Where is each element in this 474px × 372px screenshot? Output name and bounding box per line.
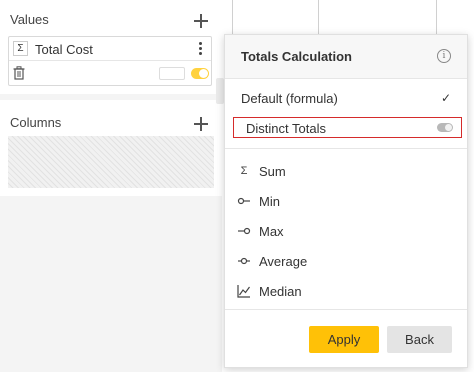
trash-icon[interactable] [13, 66, 25, 80]
function-max[interactable]: Max [237, 222, 457, 242]
distinct-totals-label: Distinct Totals [246, 121, 326, 136]
format-input[interactable] [159, 67, 185, 80]
function-median[interactable]: Median [237, 282, 457, 302]
function-label: Average [259, 254, 308, 269]
function-sum[interactable]: Σ Sum [237, 162, 457, 182]
option-default-formula[interactable]: Default (formula) [241, 91, 338, 106]
add-value-icon[interactable] [194, 14, 208, 28]
app-root: Values Σ Total Cost Columns Totals Calcu… [0, 0, 474, 372]
values-section: Values Σ Total Cost [0, 0, 222, 94]
panel-collapse-handle[interactable] [216, 78, 224, 104]
check-icon: ✓ [440, 91, 451, 105]
fields-panel: Values Σ Total Cost Columns [0, 0, 222, 372]
function-label: Min [259, 194, 280, 209]
totals-calculation-popup: Totals Calculation i Default (formula) ✓… [224, 34, 468, 368]
divider [225, 148, 467, 149]
popup-title: Totals Calculation [241, 49, 352, 64]
value-toggle[interactable] [191, 68, 209, 79]
columns-section: Columns [0, 100, 222, 196]
function-min[interactable]: Min [237, 192, 457, 212]
function-label: Sum [259, 164, 286, 179]
columns-drop-zone[interactable] [8, 136, 214, 188]
add-column-icon[interactable] [194, 117, 208, 131]
value-item-total-cost[interactable]: Σ Total Cost [8, 36, 212, 86]
function-average[interactable]: Average [237, 252, 457, 272]
divider [225, 309, 467, 310]
sigma-icon: Σ [240, 165, 248, 177]
max-icon [238, 227, 251, 235]
more-options-icon[interactable] [199, 42, 203, 56]
value-item-header: Σ Total Cost [9, 37, 211, 61]
grid-line [436, 0, 437, 34]
apply-button[interactable]: Apply [309, 326, 379, 353]
distinct-totals-row[interactable]: Distinct Totals [233, 117, 462, 138]
sigma-icon[interactable]: Σ [13, 41, 28, 56]
grid-line [232, 0, 233, 34]
values-title: Values [10, 12, 49, 27]
average-icon [238, 257, 250, 265]
distinct-totals-toggle[interactable] [437, 123, 453, 132]
min-icon [237, 197, 250, 205]
columns-title: Columns [10, 115, 62, 130]
function-label: Median [259, 284, 302, 299]
median-icon [237, 285, 250, 298]
grid-line [318, 0, 319, 34]
popup-header: Totals Calculation i [225, 35, 467, 79]
value-item-name: Total Cost [35, 42, 93, 57]
info-icon[interactable]: i [437, 49, 451, 63]
function-label: Max [259, 224, 284, 239]
back-button[interactable]: Back [387, 326, 452, 353]
